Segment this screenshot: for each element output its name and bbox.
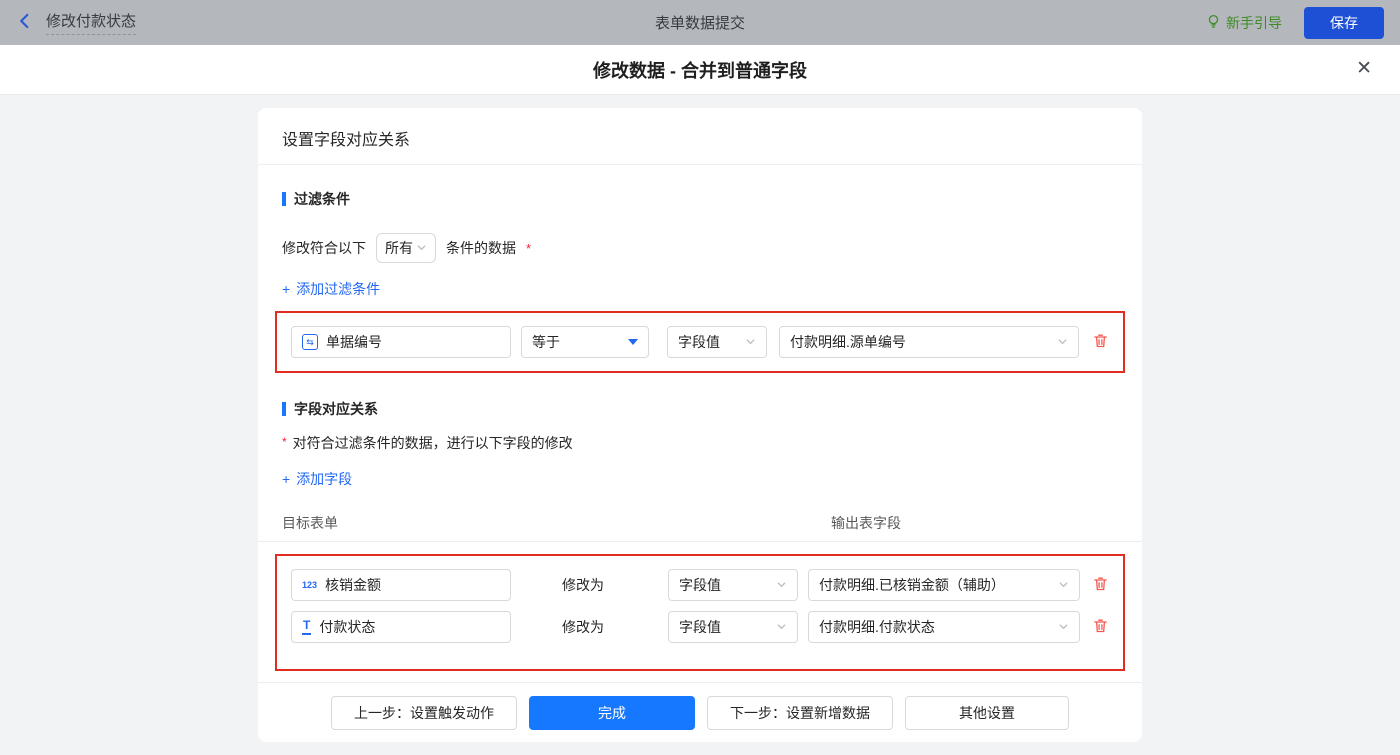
match-mode-select[interactable]: 所有: [376, 233, 436, 263]
value-type-select[interactable]: 字段值: [668, 611, 798, 643]
match-prefix-label: 修改符合以下: [282, 240, 366, 256]
workflow-title[interactable]: 修改付款状态: [46, 10, 137, 35]
prev-step-button[interactable]: 上一步：设置触发动作: [331, 695, 517, 730]
beginner-guide-button[interactable]: 新手引导: [1206, 13, 1282, 33]
section-accent-bar: [282, 192, 286, 206]
trash-icon: [1092, 617, 1109, 637]
filter-field-label: 单据编号: [326, 334, 382, 350]
plus-icon: +: [282, 281, 291, 297]
page-title: 表单数据提交: [654, 15, 745, 32]
output-field-select[interactable]: 付款明细.已核销金额（辅助）: [808, 569, 1080, 601]
required-mark: *: [282, 435, 287, 449]
output-field-select[interactable]: 付款明细.付款状态: [808, 611, 1080, 643]
add-field-label: 添加字段: [296, 471, 353, 487]
mapping-section-title: 字段对应关系: [294, 401, 378, 417]
beginner-guide-label: 新手引导: [1226, 14, 1282, 31]
operator-select[interactable]: 等于: [521, 326, 649, 358]
chevron-down-icon: [1058, 619, 1069, 635]
chevron-down-icon: [416, 240, 427, 256]
add-field-link[interactable]: + 添加字段: [258, 469, 376, 489]
filter-section-title: 过滤条件: [294, 191, 350, 207]
trash-icon: [1092, 332, 1109, 352]
modify-to-label: 修改为: [562, 619, 604, 635]
source-field-value: 付款明细.源单编号: [790, 334, 906, 350]
match-suffix-label: 条件的数据: [446, 240, 516, 256]
value-type-select[interactable]: 字段值: [668, 569, 798, 601]
source-field-select[interactable]: 付款明细.源单编号: [779, 326, 1079, 358]
target-field-label: 付款状态: [319, 619, 376, 635]
mapping-description: 对符合过滤条件的数据，进行以下字段的修改: [292, 435, 573, 451]
modal-title: 修改数据 - 合并到普通字段: [593, 60, 807, 81]
value-type-value: 字段值: [679, 619, 721, 635]
required-mark: *: [526, 240, 532, 256]
card-title: 设置字段对应关系: [282, 132, 411, 149]
modal-header: 修改数据 - 合并到普通字段 ✕: [0, 45, 1400, 95]
mapping-row: 123 核销金额 修改为 字段值 付款明细.已核销金额（辅助）: [291, 569, 1109, 601]
card-footer: 上一步：设置触发动作 完成 下一步：设置新增数据 其他设置: [258, 682, 1142, 742]
output-field-value: 付款明细.已核销金额（辅助）: [819, 577, 1005, 593]
serial-number-field-icon: ⇆: [302, 334, 318, 350]
close-icon[interactable]: ✕: [1356, 59, 1372, 78]
text-field-icon: T: [302, 619, 312, 635]
modal-body: 设置字段对应关系 过滤条件 修改符合以下 所有 条件的数据 * + 添加过滤条件…: [0, 95, 1400, 755]
trash-icon: [1092, 575, 1109, 595]
chevron-left-icon: [16, 12, 34, 33]
delete-filter-button[interactable]: [1092, 332, 1109, 352]
plus-icon: +: [282, 471, 291, 487]
filter-field-chip[interactable]: ⇆ 单据编号: [291, 326, 511, 358]
target-form-column-header: 目标表单: [282, 515, 338, 531]
delete-mapping-button[interactable]: [1092, 617, 1109, 637]
add-filter-condition-link[interactable]: + 添加过滤条件: [258, 279, 404, 299]
target-field-chip[interactable]: 123 核销金额: [291, 569, 511, 601]
caret-down-icon: [628, 339, 638, 345]
chevron-down-icon: [776, 577, 787, 593]
other-settings-button[interactable]: 其他设置: [905, 695, 1069, 730]
output-field-value: 付款明细.付款状态: [819, 619, 935, 635]
section-accent-bar: [282, 402, 286, 416]
settings-card: 设置字段对应关系 过滤条件 修改符合以下 所有 条件的数据 * + 添加过滤条件…: [258, 108, 1142, 742]
operator-value: 等于: [532, 334, 560, 350]
chevron-down-icon: [1058, 577, 1069, 593]
chevron-down-icon: [1057, 334, 1068, 350]
divider: [258, 541, 1142, 542]
output-field-column-header: 输出表字段: [831, 515, 901, 531]
next-step-button[interactable]: 下一步：设置新增数据: [707, 695, 893, 730]
mapping-row: T 付款状态 修改为 字段值 付款明细.付款状态: [291, 611, 1109, 643]
done-button[interactable]: 完成: [529, 695, 695, 730]
match-mode-value: 所有: [385, 240, 413, 256]
value-type-select[interactable]: 字段值: [667, 326, 767, 358]
chevron-down-icon: [776, 619, 787, 635]
add-filter-condition-label: 添加过滤条件: [296, 281, 381, 297]
filter-condition-row: ⇆ 单据编号 等于 字段值 付款明细.源单编号: [275, 311, 1125, 373]
back-button[interactable]: [16, 12, 34, 33]
value-type-value: 字段值: [678, 334, 720, 350]
target-field-chip[interactable]: T 付款状态: [291, 611, 511, 643]
value-type-value: 字段值: [679, 577, 721, 593]
number-field-icon: 123: [302, 580, 318, 590]
save-button[interactable]: 保存: [1304, 6, 1384, 39]
target-field-label: 核销金额: [325, 577, 382, 593]
modify-to-label: 修改为: [562, 577, 604, 593]
delete-mapping-button[interactable]: [1092, 575, 1109, 595]
chevron-down-icon: [745, 334, 756, 350]
lightbulb-icon: [1206, 14, 1221, 32]
field-mapping-rows: 123 核销金额 修改为 字段值 付款明细.已核销金额（辅助） T 付款状态 修…: [275, 554, 1125, 671]
topbar: 修改付款状态 表单数据提交 新手引导 保存: [0, 0, 1400, 45]
